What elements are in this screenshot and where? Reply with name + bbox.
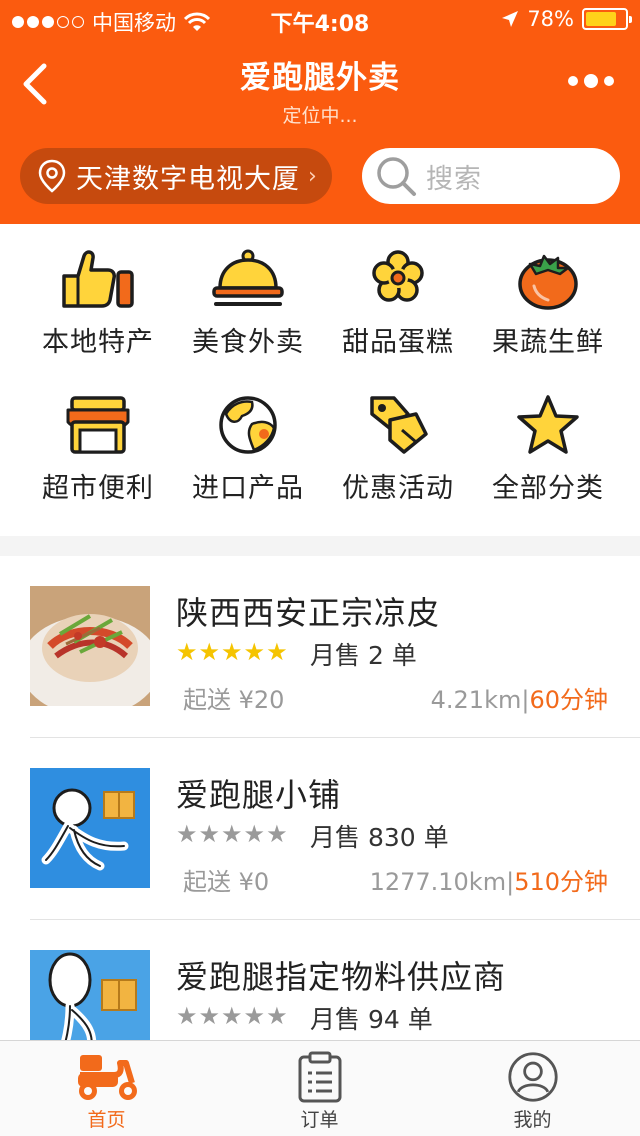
thumbs-up-icon: [62, 250, 134, 308]
min-order: 起送 ¥0: [183, 868, 270, 896]
rating-stars: ★★★★★: [176, 820, 289, 848]
battery-fill: [586, 12, 616, 26]
chevron-right-icon: ›: [308, 163, 317, 189]
page-title: 爱跑腿外卖: [240, 60, 400, 96]
search-icon: [377, 157, 416, 196]
location-text: 天津数字电视大厦: [76, 163, 300, 195]
category-dessert-cake[interactable]: 甜品蛋糕: [318, 248, 478, 394]
category-all[interactable]: 全部分类: [468, 394, 628, 540]
shop-name: 爱跑腿指定物料供应商: [176, 958, 507, 996]
more-dot-icon: [604, 76, 614, 86]
more-button[interactable]: [568, 74, 614, 88]
category-label: 超市便利: [42, 473, 154, 504]
category-label: 优惠活动: [342, 473, 454, 504]
tags-icon: [370, 396, 428, 454]
category-food-delivery[interactable]: 美食外卖: [168, 248, 328, 394]
search-input[interactable]: 搜索: [362, 148, 620, 204]
star-icon: [517, 395, 579, 454]
shop-name: 陕西西安正宗凉皮: [176, 594, 441, 632]
tab-label: 我的: [513, 1109, 552, 1131]
delivery-meta: 4.21km|60分钟: [431, 680, 608, 715]
tab-profile[interactable]: 我的: [426, 1041, 639, 1136]
status-bar: 中国移动 下午4:08 78%: [0, 0, 640, 40]
store-icon: [66, 396, 130, 454]
distance: 1277.10km: [369, 868, 507, 896]
monthly-sales: 月售 2 单: [310, 641, 417, 670]
category-promotions[interactable]: 优惠活动: [318, 394, 478, 540]
rating-stars: ★★★★★: [176, 638, 289, 666]
monthly-sales: 月售 94 单: [310, 1005, 433, 1034]
rating-stars: ★★★★★: [176, 1002, 289, 1030]
flower-icon: [372, 250, 424, 302]
shop-logo-runner: [30, 950, 150, 1040]
battery-percent: 78%: [527, 7, 574, 31]
category-label: 进口产品: [192, 473, 304, 504]
nav-bar: 爱跑腿外卖 定位中...: [0, 40, 640, 130]
category-label: 全部分类: [492, 473, 604, 504]
category-grid: 本地特产 美食外卖 甜品蛋糕 果蔬生鲜 超市便利 进口产品 优惠活动 全部分类: [0, 224, 640, 536]
shop-image-noodles: [30, 586, 150, 706]
category-label: 果蔬生鲜: [492, 327, 604, 358]
delivery-time: 510分钟: [514, 868, 608, 896]
tab-label: 订单: [300, 1109, 339, 1131]
category-local-specialty[interactable]: 本地特产: [18, 248, 178, 394]
battery-icon: [582, 8, 632, 30]
shop-item[interactable]: 爱跑腿小铺 ★★★★★ 月售 830 单 起送 ¥0 1277.10km|510…: [0, 738, 640, 920]
tab-home[interactable]: 首页: [0, 1041, 213, 1136]
category-imported[interactable]: 进口产品: [168, 394, 328, 540]
header: 中国移动 下午4:08 78% 爱跑腿外卖 定位中... 天津数字电视大厦 › …: [0, 0, 640, 224]
tab-label: 首页: [87, 1109, 126, 1131]
monthly-sales: 月售 830 单: [310, 823, 449, 852]
category-fresh-produce[interactable]: 果蔬生鲜: [468, 248, 628, 394]
location-selector[interactable]: 天津数字电视大厦 ›: [20, 148, 332, 204]
food-cloche-icon: [212, 249, 284, 306]
category-supermarket[interactable]: 超市便利: [18, 394, 178, 540]
shop-item[interactable]: 陕西西安正宗凉皮 ★★★★★ 月售 2 单 起送 ¥20 4.21km|60分钟: [0, 556, 640, 738]
location-arrow-icon: [502, 11, 519, 27]
shop-item[interactable]: 爱跑腿指定物料供应商 ★★★★★ 月售 94 单: [0, 920, 640, 1040]
delivery-time: 60分钟: [529, 686, 608, 714]
distance: 4.21km: [430, 686, 522, 714]
more-dot-icon: [568, 76, 578, 86]
shop-logo-runner: [30, 768, 150, 888]
globe-icon: [219, 396, 277, 454]
min-order: 起送 ¥20: [183, 686, 285, 714]
page-subtitle: 定位中...: [282, 105, 358, 127]
user-icon: [507, 1052, 558, 1102]
shop-list: 陕西西安正宗凉皮 ★★★★★ 月售 2 单 起送 ¥20 4.21km|60分钟…: [0, 556, 640, 1040]
tomato-icon: [518, 254, 578, 310]
meta-separator: |: [506, 868, 515, 896]
shop-name: 爱跑腿小铺: [176, 776, 342, 814]
category-label: 美食外卖: [192, 327, 304, 358]
category-label: 甜品蛋糕: [342, 327, 454, 358]
more-dot-icon: [584, 74, 598, 88]
tab-bar: 首页 订单 我的: [0, 1040, 640, 1136]
scooter-icon: [77, 1055, 137, 1100]
map-pin-icon: [38, 159, 66, 193]
search-placeholder: 搜索: [426, 163, 482, 195]
clipboard-icon: [298, 1051, 341, 1103]
tab-orders[interactable]: 订单: [213, 1041, 426, 1136]
category-label: 本地特产: [42, 327, 154, 358]
delivery-meta: 1277.10km|510分钟: [370, 862, 608, 897]
